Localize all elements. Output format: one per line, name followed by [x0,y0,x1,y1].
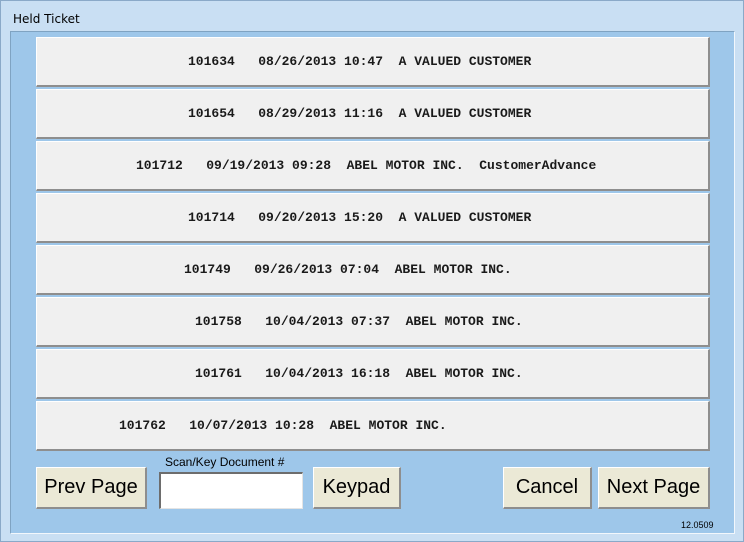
cancel-button[interactable]: Cancel [503,467,592,509]
ticket-row-label: 101712 09/19/2013 09:28 ABEL MOTOR INC. … [136,158,597,173]
ticket-row-label: 101758 10/04/2013 07:37 ABEL MOTOR INC. [195,314,523,329]
ticket-row[interactable]: 101762 10/07/2013 10:28 ABEL MOTOR INC. [36,401,710,451]
keypad-button[interactable]: Keypad [313,467,401,509]
ticket-row[interactable]: 101654 08/29/2013 11:16 A VALUED CUSTOME… [36,89,710,139]
prev-page-button[interactable]: Prev Page [36,467,147,509]
ticket-row-label: 101761 10/04/2013 16:18 ABEL MOTOR INC. [195,366,523,381]
ticket-row-label: 101749 09/26/2013 07:04 ABEL MOTOR INC. [184,262,512,277]
held-ticket-panel: 101634 08/26/2013 10:47 A VALUED CUSTOME… [10,31,735,534]
ticket-row[interactable]: 101761 10/04/2013 16:18 ABEL MOTOR INC. [36,349,710,399]
window-title: Held Ticket [13,12,80,26]
next-page-button[interactable]: Next Page [598,467,710,509]
ticket-row-label: 101654 08/29/2013 11:16 A VALUED CUSTOME… [188,106,532,121]
version-label: 12.0509 [681,520,714,530]
ticket-row-label: 101714 09/20/2013 15:20 A VALUED CUSTOME… [188,210,532,225]
ticket-row[interactable]: 101712 09/19/2013 09:28 ABEL MOTOR INC. … [36,141,710,191]
scan-document-input[interactable] [159,472,303,509]
ticket-row[interactable]: 101758 10/04/2013 07:37 ABEL MOTOR INC. [36,297,710,347]
held-ticket-window: Held Ticket 101634 08/26/2013 10:47 A VA… [0,0,744,542]
title-bar: Held Ticket [1,1,743,31]
ticket-row[interactable]: 101634 08/26/2013 10:47 A VALUED CUSTOME… [36,37,710,87]
ticket-row[interactable]: 101714 09/20/2013 15:20 A VALUED CUSTOME… [36,193,710,243]
ticket-row[interactable]: 101749 09/26/2013 07:04 ABEL MOTOR INC. [36,245,710,295]
ticket-row-label: 101634 08/26/2013 10:47 A VALUED CUSTOME… [188,54,532,69]
ticket-row-label: 101762 10/07/2013 10:28 ABEL MOTOR INC. [119,418,447,433]
scan-document-label: Scan/Key Document # [165,455,285,469]
